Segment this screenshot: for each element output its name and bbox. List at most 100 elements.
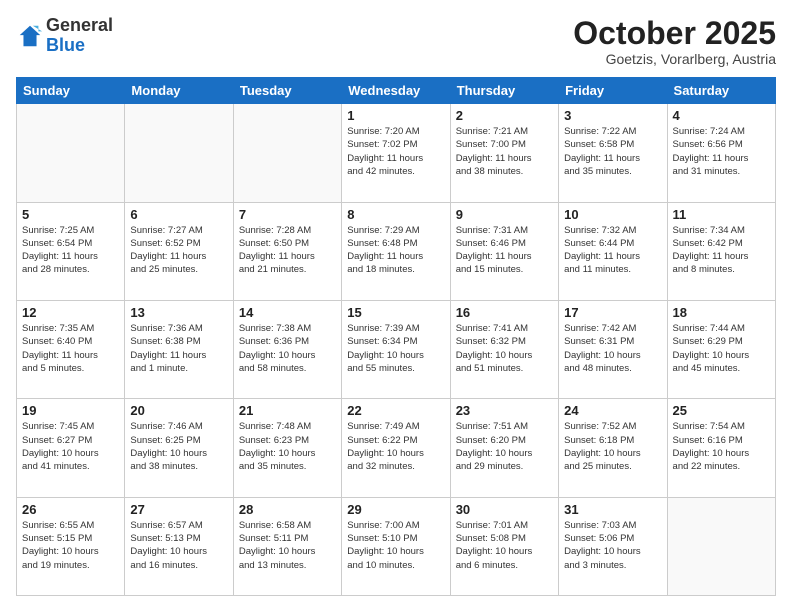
day-number: 8 bbox=[347, 207, 444, 222]
calendar-week-4: 26Sunrise: 6:55 AM Sunset: 5:15 PM Dayli… bbox=[17, 497, 776, 595]
day-info: Sunrise: 7:22 AM Sunset: 6:58 PM Dayligh… bbox=[564, 125, 661, 178]
day-number: 22 bbox=[347, 403, 444, 418]
calendar-cell: 21Sunrise: 7:48 AM Sunset: 6:23 PM Dayli… bbox=[233, 399, 341, 497]
day-number: 24 bbox=[564, 403, 661, 418]
day-number: 10 bbox=[564, 207, 661, 222]
calendar-cell: 1Sunrise: 7:20 AM Sunset: 7:02 PM Daylig… bbox=[342, 104, 450, 202]
calendar-cell bbox=[125, 104, 233, 202]
calendar-cell: 10 Sunrise: 7:32 AM Sunset: 6:44 PM Dayli… bbox=[559, 202, 667, 300]
day-info: Sunrise: 7:36 AM Sunset: 6:38 PM Dayligh… bbox=[130, 322, 227, 375]
calendar-cell bbox=[233, 104, 341, 202]
day-number: 20 bbox=[130, 403, 227, 418]
calendar-week-1: 5 Sunrise: 7:25 AM Sunset: 6:54 PM Daylig… bbox=[17, 202, 776, 300]
title-block: October 2025 Goetzis, Vorarlberg, Austri… bbox=[573, 16, 776, 67]
calendar-week-0: 1Sunrise: 7:20 AM Sunset: 7:02 PM Daylig… bbox=[17, 104, 776, 202]
month-title: October 2025 bbox=[573, 16, 776, 51]
day-info: Sunrise: 7:49 AM Sunset: 6:22 PM Dayligh… bbox=[347, 420, 444, 473]
header: General Blue October 2025 Goetzis, Vorar… bbox=[16, 16, 776, 67]
day-info: Sunrise: 7:00 AM Sunset: 5:10 PM Dayligh… bbox=[347, 519, 444, 572]
day-number: 3 bbox=[564, 108, 661, 123]
calendar-cell: 29 Sunrise: 7:00 AM Sunset: 5:10 PM Dayli… bbox=[342, 497, 450, 595]
day-number: 2 bbox=[456, 108, 553, 123]
day-number: 1 bbox=[347, 108, 444, 123]
day-number: 29 bbox=[347, 502, 444, 517]
calendar-cell: 26Sunrise: 6:55 AM Sunset: 5:15 PM Dayli… bbox=[17, 497, 125, 595]
calendar-cell: 2 Sunrise: 7:21 AM Sunset: 7:00 PM Daylig… bbox=[450, 104, 558, 202]
col-sunday: Sunday bbox=[17, 78, 125, 104]
day-number: 16 bbox=[456, 305, 553, 320]
day-number: 15 bbox=[347, 305, 444, 320]
calendar-cell: 28 Sunrise: 6:58 AM Sunset: 5:11 PM Dayli… bbox=[233, 497, 341, 595]
day-info: Sunrise: 7:42 AM Sunset: 6:31 PM Dayligh… bbox=[564, 322, 661, 375]
calendar-cell: 9 Sunrise: 7:31 AM Sunset: 6:46 PM Daylig… bbox=[450, 202, 558, 300]
calendar-cell: 25 Sunrise: 7:54 AM Sunset: 6:16 PM Dayli… bbox=[667, 399, 775, 497]
location: Goetzis, Vorarlberg, Austria bbox=[573, 51, 776, 67]
day-info: Sunrise: 7:34 AM Sunset: 6:42 PM Dayligh… bbox=[673, 224, 770, 277]
day-number: 17 bbox=[564, 305, 661, 320]
calendar-header-row: Sunday Monday Tuesday Wednesday Thursday… bbox=[17, 78, 776, 104]
col-wednesday: Wednesday bbox=[342, 78, 450, 104]
calendar-cell: 3 Sunrise: 7:22 AM Sunset: 6:58 PM Daylig… bbox=[559, 104, 667, 202]
calendar-cell: 14 Sunrise: 7:38 AM Sunset: 6:36 PM Dayli… bbox=[233, 300, 341, 398]
calendar-cell: 17 Sunrise: 7:42 AM Sunset: 6:31 PM Dayli… bbox=[559, 300, 667, 398]
calendar-table: Sunday Monday Tuesday Wednesday Thursday… bbox=[16, 77, 776, 596]
day-info: Sunrise: 7:44 AM Sunset: 6:29 PM Dayligh… bbox=[673, 322, 770, 375]
day-number: 25 bbox=[673, 403, 770, 418]
day-number: 14 bbox=[239, 305, 336, 320]
calendar-cell: 22 Sunrise: 7:49 AM Sunset: 6:22 PM Dayli… bbox=[342, 399, 450, 497]
calendar-cell bbox=[17, 104, 125, 202]
calendar-cell: 27 Sunrise: 6:57 AM Sunset: 5:13 PM Dayli… bbox=[125, 497, 233, 595]
calendar-week-3: 19Sunrise: 7:45 AM Sunset: 6:27 PM Dayli… bbox=[17, 399, 776, 497]
day-info: Sunrise: 7:24 AM Sunset: 6:56 PM Dayligh… bbox=[673, 125, 770, 178]
day-number: 13 bbox=[130, 305, 227, 320]
day-info: Sunrise: 7:48 AM Sunset: 6:23 PM Dayligh… bbox=[239, 420, 336, 473]
col-friday: Friday bbox=[559, 78, 667, 104]
day-info: Sunrise: 7:25 AM Sunset: 6:54 PM Dayligh… bbox=[22, 224, 119, 277]
calendar-cell: 24 Sunrise: 7:52 AM Sunset: 6:18 PM Dayli… bbox=[559, 399, 667, 497]
day-info: Sunrise: 7:32 AM Sunset: 6:44 PM Dayligh… bbox=[564, 224, 661, 277]
day-info: Sunrise: 7:51 AM Sunset: 6:20 PM Dayligh… bbox=[456, 420, 553, 473]
day-number: 27 bbox=[130, 502, 227, 517]
day-number: 5 bbox=[22, 207, 119, 222]
page: General Blue October 2025 Goetzis, Vorar… bbox=[0, 0, 792, 612]
logo: General Blue bbox=[16, 16, 113, 56]
day-number: 30 bbox=[456, 502, 553, 517]
calendar-cell: 13 Sunrise: 7:36 AM Sunset: 6:38 PM Dayli… bbox=[125, 300, 233, 398]
calendar-cell: 6Sunrise: 7:27 AM Sunset: 6:52 PM Daylig… bbox=[125, 202, 233, 300]
day-number: 18 bbox=[673, 305, 770, 320]
logo-text: General Blue bbox=[46, 16, 113, 56]
day-info: Sunrise: 7:28 AM Sunset: 6:50 PM Dayligh… bbox=[239, 224, 336, 277]
day-number: 31 bbox=[564, 502, 661, 517]
calendar-cell: 8 Sunrise: 7:29 AM Sunset: 6:48 PM Daylig… bbox=[342, 202, 450, 300]
day-number: 12 bbox=[22, 305, 119, 320]
calendar-cell: 15Sunrise: 7:39 AM Sunset: 6:34 PM Dayli… bbox=[342, 300, 450, 398]
calendar-cell: 12Sunrise: 7:35 AM Sunset: 6:40 PM Dayli… bbox=[17, 300, 125, 398]
day-number: 7 bbox=[239, 207, 336, 222]
day-number: 28 bbox=[239, 502, 336, 517]
day-info: Sunrise: 7:38 AM Sunset: 6:36 PM Dayligh… bbox=[239, 322, 336, 375]
calendar-cell: 11 Sunrise: 7:34 AM Sunset: 6:42 PM Dayli… bbox=[667, 202, 775, 300]
day-number: 6 bbox=[130, 207, 227, 222]
day-info: Sunrise: 7:52 AM Sunset: 6:18 PM Dayligh… bbox=[564, 420, 661, 473]
col-monday: Monday bbox=[125, 78, 233, 104]
day-info: Sunrise: 6:58 AM Sunset: 5:11 PM Dayligh… bbox=[239, 519, 336, 572]
day-info: Sunrise: 7:31 AM Sunset: 6:46 PM Dayligh… bbox=[456, 224, 553, 277]
calendar-cell: 23Sunrise: 7:51 AM Sunset: 6:20 PM Dayli… bbox=[450, 399, 558, 497]
day-info: Sunrise: 7:29 AM Sunset: 6:48 PM Dayligh… bbox=[347, 224, 444, 277]
day-info: Sunrise: 7:54 AM Sunset: 6:16 PM Dayligh… bbox=[673, 420, 770, 473]
col-saturday: Saturday bbox=[667, 78, 775, 104]
calendar-cell: 4 Sunrise: 7:24 AM Sunset: 6:56 PM Daylig… bbox=[667, 104, 775, 202]
calendar-cell: 5 Sunrise: 7:25 AM Sunset: 6:54 PM Daylig… bbox=[17, 202, 125, 300]
day-number: 4 bbox=[673, 108, 770, 123]
day-info: Sunrise: 7:21 AM Sunset: 7:00 PM Dayligh… bbox=[456, 125, 553, 178]
day-info: Sunrise: 7:46 AM Sunset: 6:25 PM Dayligh… bbox=[130, 420, 227, 473]
day-info: Sunrise: 6:57 AM Sunset: 5:13 PM Dayligh… bbox=[130, 519, 227, 572]
day-info: Sunrise: 7:41 AM Sunset: 6:32 PM Dayligh… bbox=[456, 322, 553, 375]
col-tuesday: Tuesday bbox=[233, 78, 341, 104]
day-number: 9 bbox=[456, 207, 553, 222]
calendar-cell: 31Sunrise: 7:03 AM Sunset: 5:06 PM Dayli… bbox=[559, 497, 667, 595]
calendar-cell: 20 Sunrise: 7:46 AM Sunset: 6:25 PM Dayli… bbox=[125, 399, 233, 497]
logo-icon bbox=[16, 22, 44, 50]
calendar-cell: 30Sunrise: 7:01 AM Sunset: 5:08 PM Dayli… bbox=[450, 497, 558, 595]
day-number: 11 bbox=[673, 207, 770, 222]
